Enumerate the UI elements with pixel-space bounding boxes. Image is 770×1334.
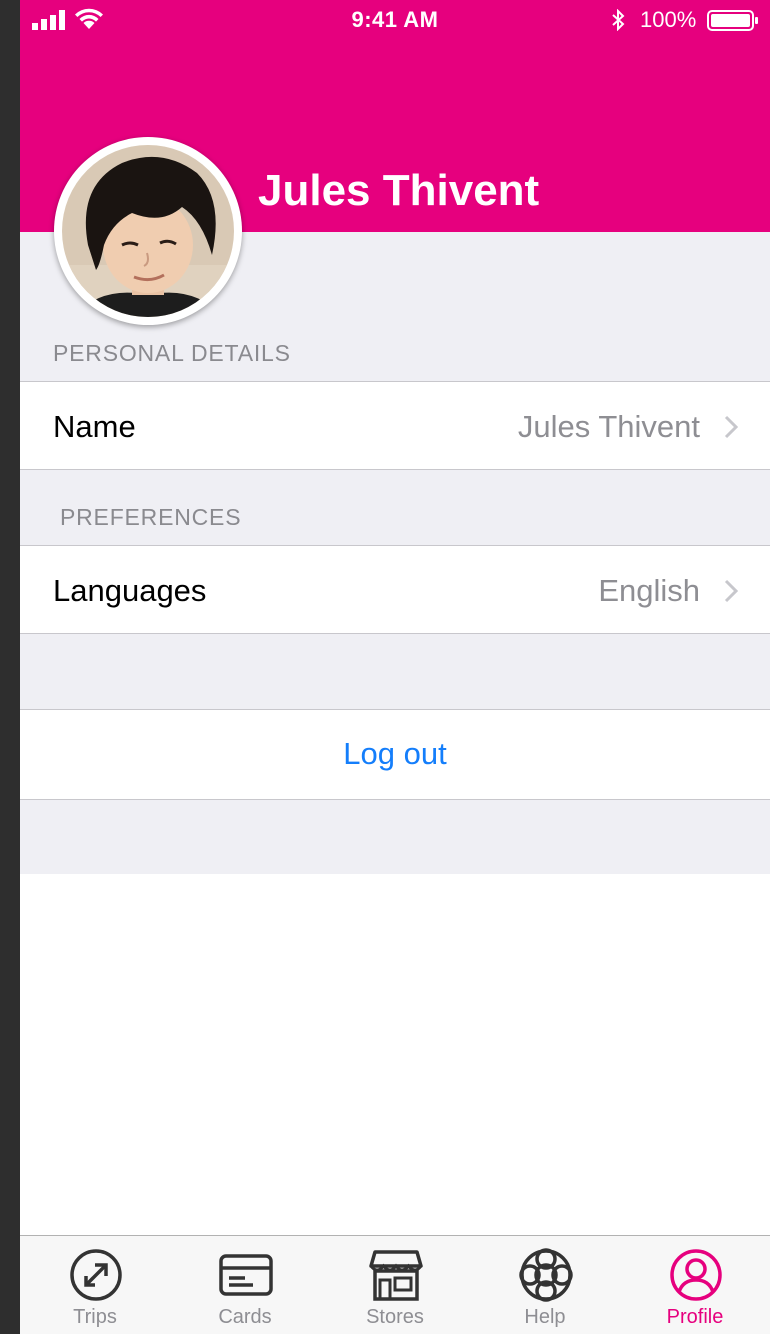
name-row-label: Name: [53, 409, 136, 444]
languages-row-value: English: [598, 573, 700, 608]
tab-stores[interactable]: Stores: [320, 1236, 470, 1334]
section-title-personal-details: PERSONAL DETAILS: [53, 340, 291, 366]
trips-icon: [70, 1249, 122, 1301]
tab-stores-label: Stores: [366, 1306, 424, 1328]
chevron-right-icon: [724, 415, 738, 439]
battery-percentage: 100%: [640, 7, 697, 32]
avatar[interactable]: [54, 137, 242, 325]
profile-name-title: Jules Thivent: [258, 166, 540, 215]
tab-trips-label: Trips: [73, 1306, 117, 1328]
tab-profile[interactable]: Profile: [620, 1236, 770, 1334]
languages-row-label: Languages: [53, 573, 207, 608]
card-icon: [219, 1254, 273, 1296]
tab-bar: Trips Cards Stores Help Profile: [20, 1235, 770, 1334]
logout-row[interactable]: Log out: [20, 709, 770, 800]
bluetooth-icon: [612, 9, 625, 31]
avatar-photo: [62, 145, 234, 317]
profile-icon: [670, 1249, 722, 1301]
name-row-value: Jules Thivent: [517, 409, 700, 444]
store-icon: [369, 1250, 423, 1301]
status-bar: 9:41 AM 100%: [20, 0, 770, 40]
bottom-section-background: [20, 800, 770, 874]
name-row[interactable]: Name Jules Thivent: [20, 381, 770, 470]
tab-help-label: Help: [524, 1306, 566, 1328]
languages-row[interactable]: Languages English: [20, 545, 770, 634]
tab-trips[interactable]: Trips: [20, 1236, 170, 1334]
tab-cards-label: Cards: [218, 1306, 272, 1328]
device-edge: [0, 0, 20, 1334]
lifebuoy-icon: [519, 1248, 573, 1302]
chevron-right-icon: [724, 579, 738, 603]
tab-profile-label: Profile: [666, 1306, 724, 1328]
tab-cards[interactable]: Cards: [170, 1236, 320, 1334]
battery-icon: [707, 10, 758, 31]
spacer-section-background: [20, 634, 770, 710]
tab-help[interactable]: Help: [470, 1236, 620, 1334]
profile-screen: 9:41 AM 100% Jules Thivent PERSONAL DETA…: [20, 0, 770, 1334]
logout-button[interactable]: Log out: [20, 736, 770, 772]
section-title-preferences: PREFERENCES: [60, 504, 242, 530]
